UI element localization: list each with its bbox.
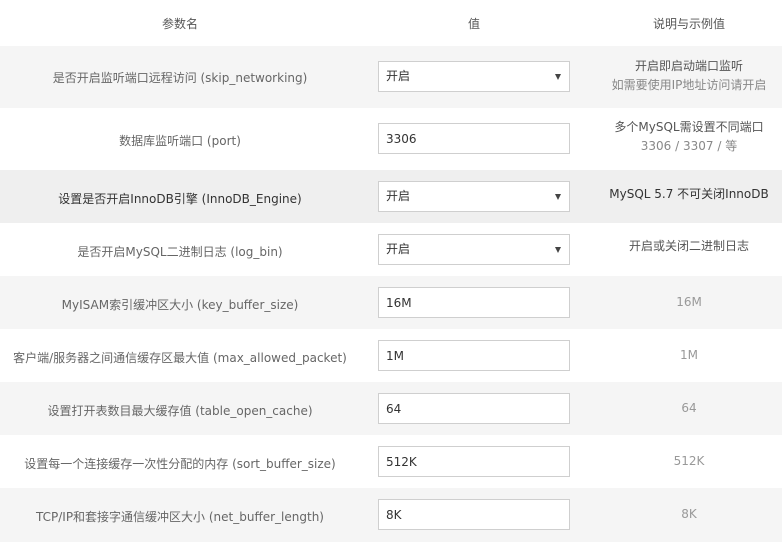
table-row: 设置打开表数目最大缓存值 (table_open_cache) 64: [0, 382, 782, 435]
select-value: 开启: [386, 69, 411, 83]
table-row: 是否开启MySQL二进制日志 (log_bin) 开启 开启或关闭二进制日志: [0, 223, 782, 276]
param-description: 开启或关闭二进制日志: [628, 239, 749, 253]
param-name: 客户端/服务器之间通信缓存区最大值 (max_allowed_packet): [13, 351, 347, 365]
table-row: TCP/IP和套接字通信缓冲区大小 (net_buffer_length) 8K: [0, 488, 782, 542]
table-open-cache-input[interactable]: [378, 393, 570, 424]
log-bin-select[interactable]: 开启: [378, 234, 570, 265]
dropdown-arrow-icon: [555, 247, 561, 253]
param-description: MySQL 5.7 不可关闭InnoDB: [609, 187, 769, 201]
param-description: 多个MySQL需设置不同端口 3306 / 3307 / 等: [596, 118, 782, 156]
param-description: 8K: [681, 507, 697, 521]
param-description: 64: [681, 401, 697, 415]
table-row: 客户端/服务器之间通信缓存区最大值 (max_allowed_packet) 1…: [0, 329, 782, 382]
dropdown-arrow-icon: [555, 194, 561, 200]
table-row: 数据库监听端口 (port) 多个MySQL需设置不同端口 3306 / 330…: [0, 108, 782, 170]
param-name: 设置每一个连接缓存一次性分配的内存 (sort_buffer_size): [24, 457, 336, 471]
param-name: 是否开启监听端口远程访问 (skip_networking): [52, 71, 308, 85]
param-name: 设置打开表数目最大缓存值 (table_open_cache): [47, 404, 313, 418]
description-line-1: 开启即启动端口监听: [634, 59, 743, 73]
header-param-name: 参数名: [161, 17, 198, 31]
header-description: 说明与示例值: [652, 17, 725, 31]
table-row: 是否开启监听端口远程访问 (skip_networking) 开启 开启即启动端…: [0, 46, 782, 108]
key-buffer-size-input[interactable]: [378, 287, 570, 318]
description-line-2: 如需要使用IP地址访问请开启: [611, 78, 767, 92]
table-row: MyISAM索引缓冲区大小 (key_buffer_size) 16M: [0, 276, 782, 329]
description-line-2: 3306 / 3307 / 等: [640, 139, 738, 153]
dropdown-arrow-icon: [555, 74, 561, 80]
net-buffer-length-input[interactable]: [378, 499, 570, 530]
param-name: 是否开启MySQL二进制日志 (log_bin): [77, 245, 283, 259]
table-row: 设置每一个连接缓存一次性分配的内存 (sort_buffer_size) 512…: [0, 435, 782, 488]
select-value: 开启: [386, 242, 411, 256]
port-input[interactable]: [378, 123, 570, 154]
skip-networking-select[interactable]: 开启: [378, 61, 570, 92]
innodb-engine-select[interactable]: 开启: [378, 181, 570, 212]
param-description: 开启即启动端口监听 如需要使用IP地址访问请开启: [596, 57, 782, 95]
table-header: 参数名 值 说明与示例值: [0, 0, 782, 46]
param-name: TCP/IP和套接字通信缓冲区大小 (net_buffer_length): [36, 510, 324, 524]
param-description: 1M: [680, 348, 698, 362]
param-name: 设置是否开启InnoDB引擎 (InnoDB_Engine): [58, 192, 302, 206]
header-value: 值: [467, 17, 480, 31]
sort-buffer-size-input[interactable]: [378, 446, 570, 477]
param-description: 512K: [673, 454, 705, 468]
param-description: 16M: [676, 295, 702, 309]
param-name: 数据库监听端口 (port): [119, 134, 241, 148]
select-value: 开启: [386, 189, 411, 203]
param-name: MyISAM索引缓冲区大小 (key_buffer_size): [61, 298, 299, 312]
table-row: 设置是否开启InnoDB引擎 (InnoDB_Engine) 开启 MySQL …: [0, 170, 782, 223]
description-line-1: 多个MySQL需设置不同端口: [614, 120, 764, 134]
max-allowed-packet-input[interactable]: [378, 340, 570, 371]
